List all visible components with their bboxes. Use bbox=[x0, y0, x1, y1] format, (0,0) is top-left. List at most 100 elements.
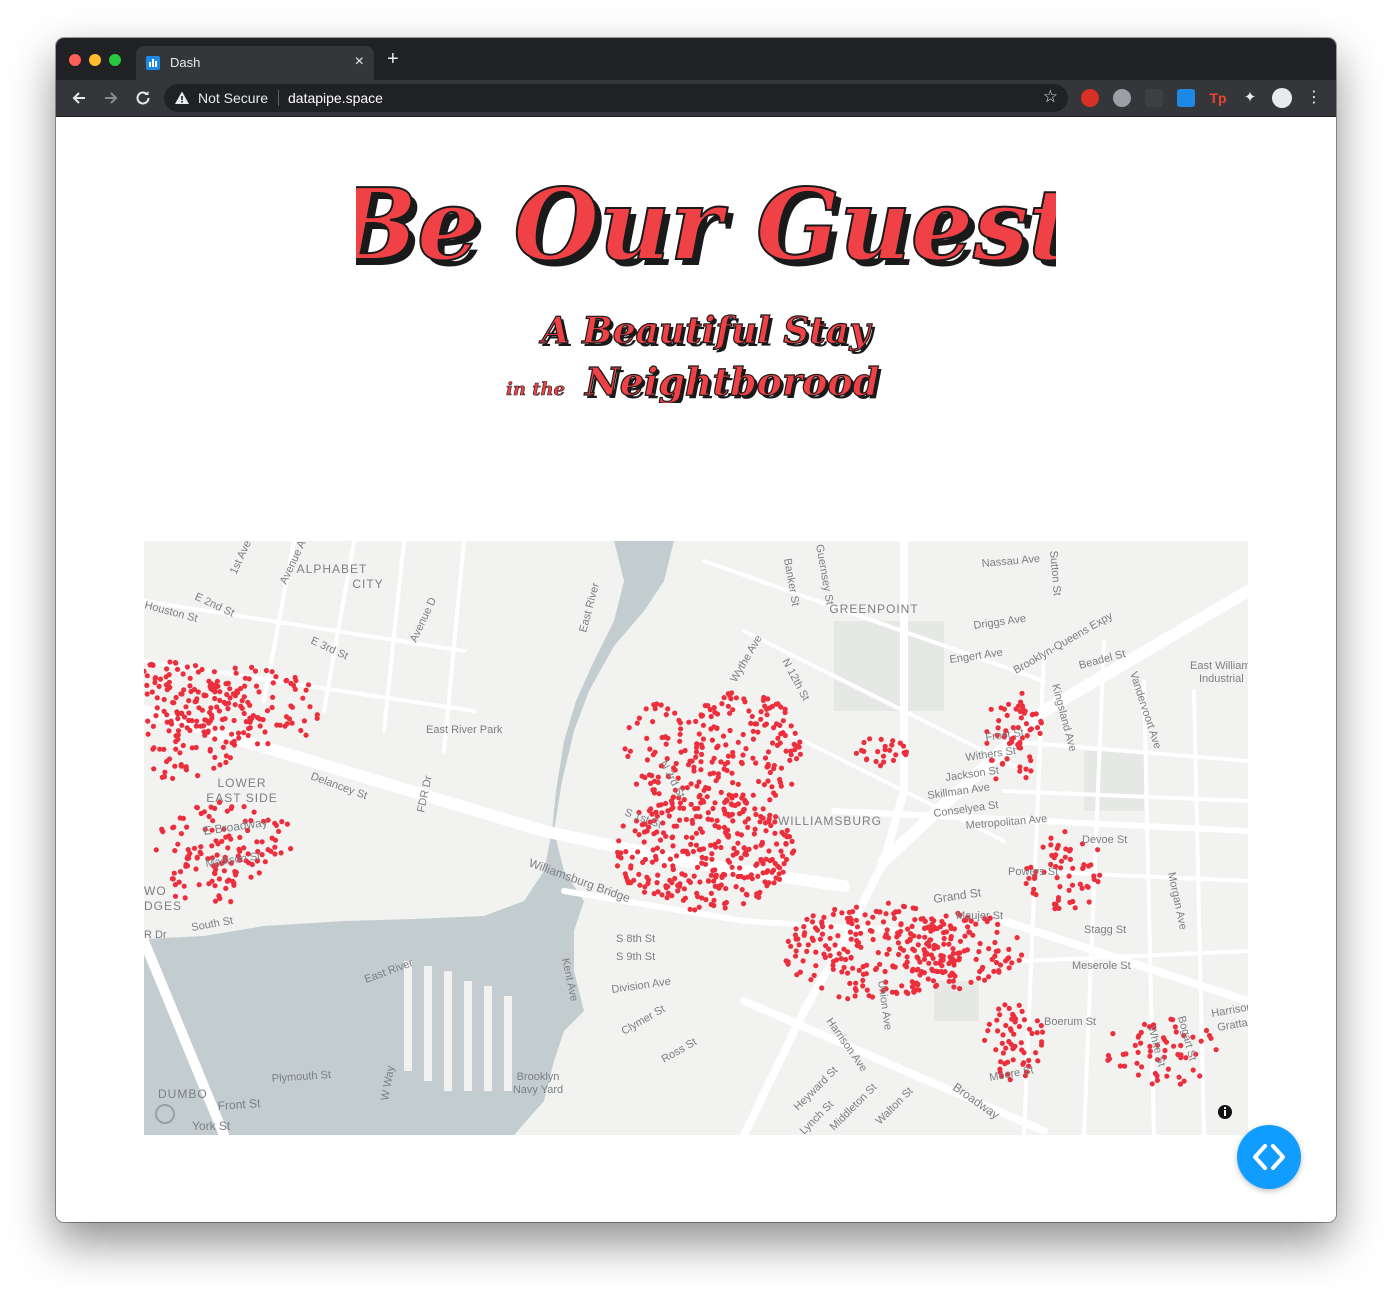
listing-marker[interactable] bbox=[1058, 865, 1064, 871]
listing-marker[interactable] bbox=[891, 915, 898, 921]
listing-marker[interactable] bbox=[1010, 1057, 1016, 1063]
listing-marker[interactable] bbox=[183, 704, 189, 710]
listing-marker[interactable] bbox=[265, 741, 271, 747]
listing-marker[interactable] bbox=[303, 687, 309, 693]
listing-marker[interactable] bbox=[729, 770, 735, 776]
listing-marker[interactable] bbox=[671, 823, 677, 829]
listing-marker[interactable] bbox=[947, 973, 953, 979]
listing-marker[interactable] bbox=[228, 899, 234, 905]
listing-marker[interactable] bbox=[273, 674, 279, 680]
listing-marker[interactable] bbox=[1171, 1043, 1177, 1049]
listing-marker[interactable] bbox=[154, 695, 160, 701]
listing-marker[interactable] bbox=[922, 918, 928, 924]
listing-marker[interactable] bbox=[709, 737, 716, 743]
listing-marker[interactable] bbox=[718, 844, 724, 851]
listing-marker[interactable] bbox=[991, 968, 997, 974]
listing-marker[interactable] bbox=[760, 815, 766, 821]
listing-marker[interactable] bbox=[897, 740, 903, 746]
listing-marker[interactable] bbox=[739, 887, 745, 893]
listing-marker[interactable] bbox=[726, 859, 733, 865]
listing-marker[interactable] bbox=[882, 747, 888, 753]
listing-marker[interactable] bbox=[1149, 1081, 1155, 1087]
listing-marker[interactable] bbox=[234, 690, 241, 696]
listing-marker[interactable] bbox=[217, 697, 223, 703]
listing-marker[interactable] bbox=[708, 872, 715, 878]
listing-marker[interactable] bbox=[750, 728, 756, 734]
listing-marker[interactable] bbox=[166, 672, 172, 678]
listing-marker[interactable] bbox=[174, 709, 180, 715]
listing-marker[interactable] bbox=[966, 929, 972, 935]
listing-marker[interactable] bbox=[804, 916, 810, 922]
listing-marker[interactable] bbox=[771, 867, 777, 873]
listing-marker[interactable] bbox=[636, 715, 642, 721]
listing-marker[interactable] bbox=[760, 806, 766, 812]
listing-marker[interactable] bbox=[992, 953, 998, 959]
listing-marker[interactable] bbox=[769, 784, 775, 790]
listing-marker[interactable] bbox=[792, 953, 799, 959]
listing-marker[interactable] bbox=[231, 717, 237, 724]
listing-marker[interactable] bbox=[1190, 1067, 1196, 1073]
listing-marker[interactable] bbox=[1138, 1040, 1144, 1046]
listing-marker[interactable] bbox=[670, 866, 676, 872]
listing-marker[interactable] bbox=[184, 855, 190, 861]
listing-marker[interactable] bbox=[1095, 879, 1101, 885]
listing-marker[interactable] bbox=[928, 937, 934, 943]
listing-marker[interactable] bbox=[215, 683, 221, 689]
listing-marker[interactable] bbox=[184, 664, 190, 670]
listing-marker[interactable] bbox=[735, 873, 741, 880]
listing-marker[interactable] bbox=[256, 870, 262, 876]
listing-marker[interactable] bbox=[693, 842, 700, 848]
listing-marker[interactable] bbox=[675, 882, 681, 889]
listing-marker[interactable] bbox=[878, 736, 884, 742]
listing-marker[interactable] bbox=[822, 954, 828, 960]
listing-marker[interactable] bbox=[766, 848, 772, 854]
listing-marker[interactable] bbox=[771, 725, 777, 731]
listing-marker[interactable] bbox=[314, 712, 320, 718]
listing-marker[interactable] bbox=[683, 834, 690, 840]
listing-marker[interactable] bbox=[1024, 733, 1030, 739]
listing-marker[interactable] bbox=[675, 888, 681, 894]
listing-marker[interactable] bbox=[765, 761, 771, 768]
listing-marker[interactable] bbox=[721, 806, 727, 812]
listing-marker[interactable] bbox=[729, 864, 735, 870]
listing-marker[interactable] bbox=[247, 715, 253, 721]
listing-marker[interactable] bbox=[264, 708, 271, 714]
listing-marker[interactable] bbox=[224, 691, 230, 698]
listing-marker[interactable] bbox=[705, 878, 712, 884]
listing-marker[interactable] bbox=[719, 874, 725, 880]
listing-marker[interactable] bbox=[848, 955, 854, 961]
listing-marker[interactable] bbox=[805, 942, 811, 948]
listing-marker[interactable] bbox=[1018, 1040, 1024, 1046]
listing-marker[interactable] bbox=[905, 926, 911, 932]
listing-marker[interactable] bbox=[962, 933, 968, 939]
listing-marker[interactable] bbox=[177, 750, 183, 756]
listing-marker[interactable] bbox=[196, 882, 202, 888]
listing-marker[interactable] bbox=[654, 845, 660, 851]
listing-marker[interactable] bbox=[1029, 1030, 1035, 1037]
listing-marker[interactable] bbox=[931, 946, 937, 952]
listing-marker[interactable] bbox=[955, 950, 961, 956]
listing-marker[interactable] bbox=[832, 906, 838, 913]
listing-marker[interactable] bbox=[988, 706, 994, 712]
listing-marker[interactable] bbox=[175, 716, 181, 722]
listing-marker[interactable] bbox=[858, 944, 864, 950]
listing-marker[interactable] bbox=[194, 804, 200, 810]
listing-marker[interactable] bbox=[659, 892, 665, 898]
listing-marker[interactable] bbox=[741, 806, 747, 812]
listing-marker[interactable] bbox=[221, 699, 227, 705]
listing-marker[interactable] bbox=[1154, 1077, 1160, 1083]
listing-marker[interactable] bbox=[843, 956, 849, 963]
listing-marker[interactable] bbox=[830, 966, 836, 972]
listing-marker[interactable] bbox=[207, 718, 214, 724]
listing-marker[interactable] bbox=[680, 897, 687, 903]
listing-marker[interactable] bbox=[657, 837, 664, 843]
listing-marker[interactable] bbox=[801, 924, 807, 930]
listing-marker[interactable] bbox=[720, 733, 727, 739]
listing-marker[interactable] bbox=[276, 828, 282, 834]
listing-marker[interactable] bbox=[178, 763, 184, 769]
listing-marker[interactable] bbox=[937, 924, 944, 930]
listing-marker[interactable] bbox=[650, 719, 656, 725]
listing-marker[interactable] bbox=[800, 958, 806, 964]
listing-marker[interactable] bbox=[1067, 899, 1073, 905]
listing-marker[interactable] bbox=[217, 689, 223, 695]
